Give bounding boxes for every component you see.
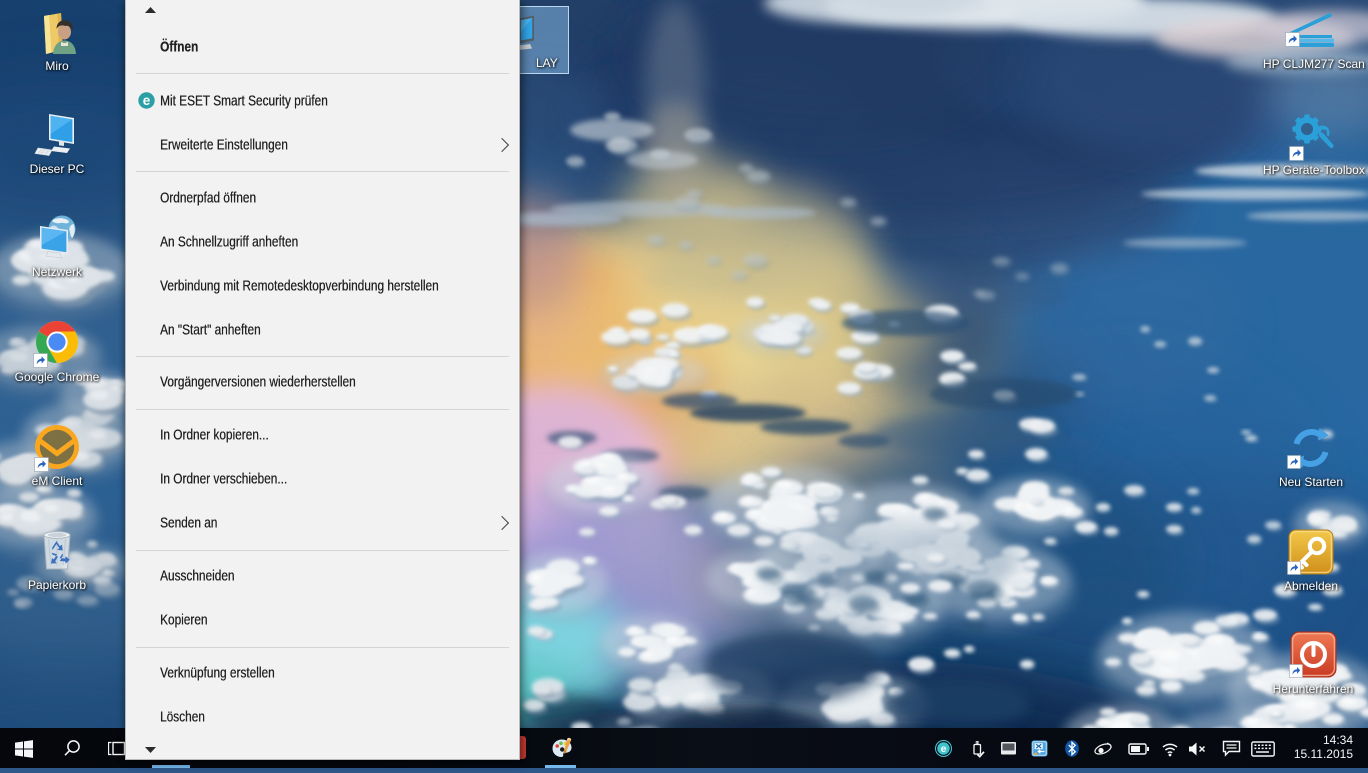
svg-text:e: e [143, 93, 151, 108]
svg-text:e: e [941, 743, 947, 755]
